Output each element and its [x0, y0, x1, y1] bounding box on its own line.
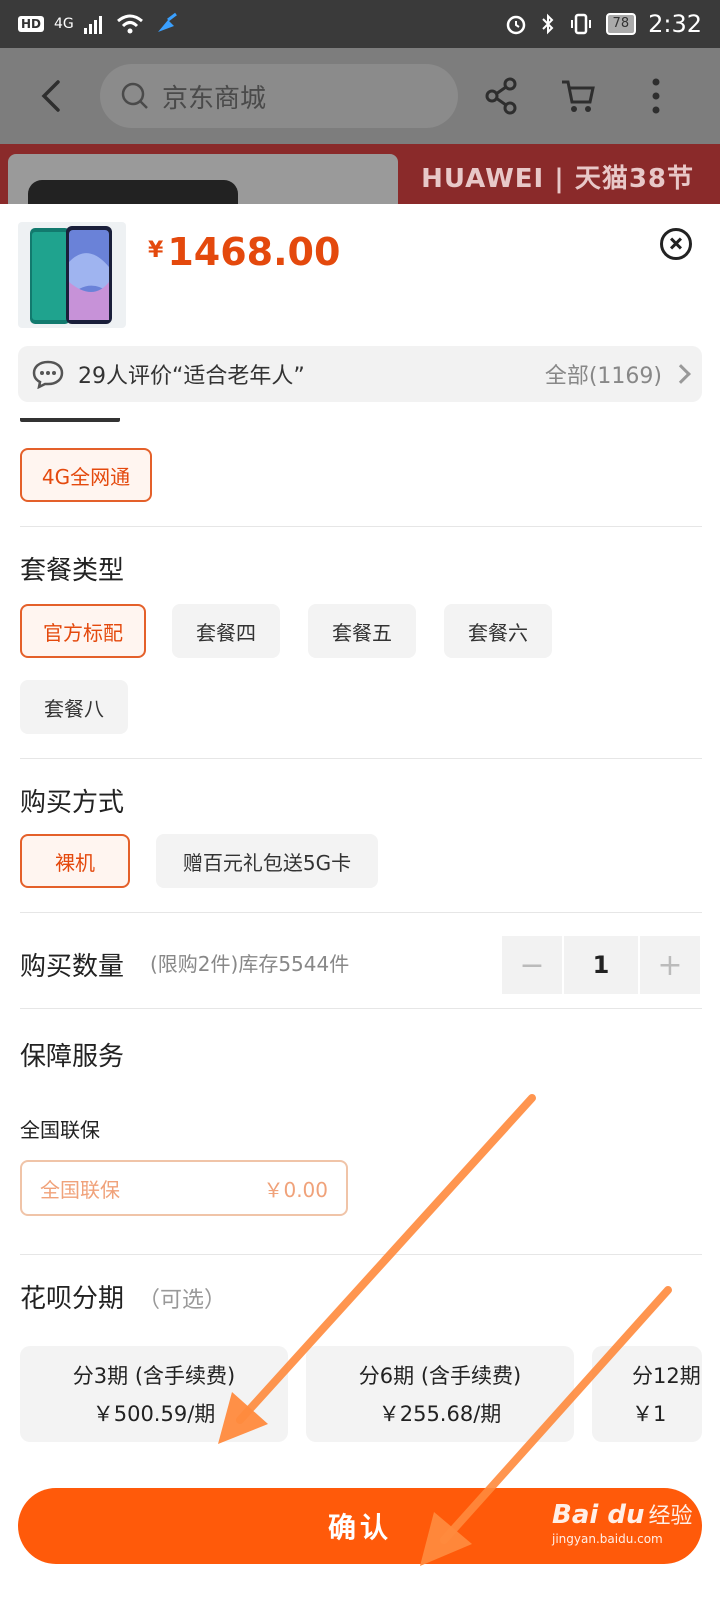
battery-indicator: 78 [605, 13, 637, 35]
installment-plan-3[interactable]: 分3期 (含手续费) ￥500.59/期 [20, 1346, 288, 1442]
installment-plan-12[interactable]: 分12期 ￥1 [592, 1346, 702, 1442]
product-thumbnail [18, 222, 126, 328]
watermark-brand: Bai du [552, 1500, 645, 1530]
sku-selector-sheet: ¥1468.00 29人评价“适合老年人” 全部(1169) 4G全网通 套餐类… [0, 204, 720, 1600]
back-arrow-icon[interactable] [38, 78, 64, 114]
purchase-method-title: 购买方式 [20, 788, 125, 818]
divider [20, 526, 702, 527]
installment-title: 花呗分期 [20, 1284, 125, 1314]
installment-amount: ￥500.59/期 [92, 1402, 216, 1426]
search-placeholder: 京东商城 [162, 83, 267, 114]
package-option-8[interactable]: 套餐八 [20, 680, 128, 734]
banner-brand: HUAWEI | 天猫38节 [421, 164, 694, 194]
purchase-option-bare[interactable]: 裸机 [20, 834, 130, 888]
divider [20, 912, 702, 913]
installment-term: 分3期 (含手续费) [72, 1364, 236, 1388]
status-bar: HD 4G 78 2:32 [0, 0, 720, 48]
quantity-note: (限购2件)库存5544件 [150, 952, 350, 976]
signal-icon [83, 16, 102, 34]
clock: 2:32 [648, 10, 702, 38]
quantity-minus-button[interactable]: − [502, 936, 562, 994]
wifi-icon [116, 14, 143, 34]
package-option-5[interactable]: 套餐五 [308, 604, 416, 658]
package-option-6[interactable]: 套餐六 [444, 604, 552, 658]
installment-amount: ￥1 [632, 1402, 667, 1426]
share-icon[interactable] [482, 76, 522, 116]
package-option-4[interactable]: 套餐四 [172, 604, 280, 658]
bluetooth-icon [541, 13, 553, 35]
more-icon[interactable] [636, 76, 676, 116]
service-option-name: 全国联保 [40, 1177, 120, 1202]
baidu-jingyan-watermark: Bai du 经验 jingyan.baidu.com [552, 1498, 692, 1546]
service-title: 保障服务 [20, 1042, 125, 1072]
installment-plan-6[interactable]: 分6期 (含手续费) ￥255.68/期 [306, 1346, 574, 1442]
service-option-warranty[interactable]: 全国联保 ￥0.00 [20, 1160, 348, 1216]
vibrate-icon [570, 13, 591, 35]
comment-icon [32, 360, 64, 389]
installment-amount: ￥255.68/期 [378, 1402, 502, 1426]
package-option-official[interactable]: 官方标配 [20, 604, 146, 658]
cleaner-app-icon [157, 12, 177, 32]
close-button[interactable] [660, 228, 692, 260]
all-reviews-link[interactable]: 全部(1169) [545, 358, 662, 390]
purchase-option-gift[interactable]: 赠百元礼包送5G卡 [156, 834, 378, 888]
watermark-cn: 经验 [648, 1504, 693, 1529]
network-type-title-cut [20, 414, 130, 422]
product-banner: HUAWEI | 天猫38节 [0, 144, 720, 204]
installment-optional-note: （可选） [138, 1288, 227, 1313]
service-option-price: ￥0.00 [263, 1177, 328, 1202]
quantity-plus-button[interactable]: + [640, 936, 700, 994]
search-input[interactable]: 京东商城 [100, 64, 458, 128]
alarm-icon [506, 15, 525, 35]
divider [20, 1008, 702, 1009]
price-symbol: ¥ [148, 238, 164, 263]
page-header: 京东商城 [0, 48, 720, 144]
hd-icon: HD [18, 16, 45, 32]
price-value: 1468.00 [167, 230, 341, 274]
network-label: 4G [54, 16, 74, 32]
installment-term: 分6期 (含手续费) [358, 1364, 522, 1388]
divider [20, 1254, 702, 1255]
chevron-right-icon [671, 364, 691, 384]
network-option-4g[interactable]: 4G全网通 [20, 448, 152, 502]
quantity-title: 购买数量 [20, 952, 125, 982]
package-title: 套餐类型 [20, 556, 125, 586]
cart-icon[interactable] [558, 76, 598, 116]
product-price: ¥1468.00 [148, 230, 340, 274]
watermark-url: jingyan.baidu.com [552, 1532, 663, 1546]
review-summary-text: 29人评价“适合老年人” [78, 364, 305, 389]
divider [20, 758, 702, 759]
search-icon [121, 82, 148, 109]
installment-term: 分12期 [632, 1364, 701, 1388]
service-label: 全国联保 [20, 1118, 100, 1142]
review-summary-bar[interactable]: 29人评价“适合老年人” 全部(1169) [18, 346, 702, 402]
banner-phone-image [28, 180, 238, 204]
quantity-stepper: − 1 + [502, 936, 702, 994]
quantity-value[interactable]: 1 [564, 936, 638, 994]
